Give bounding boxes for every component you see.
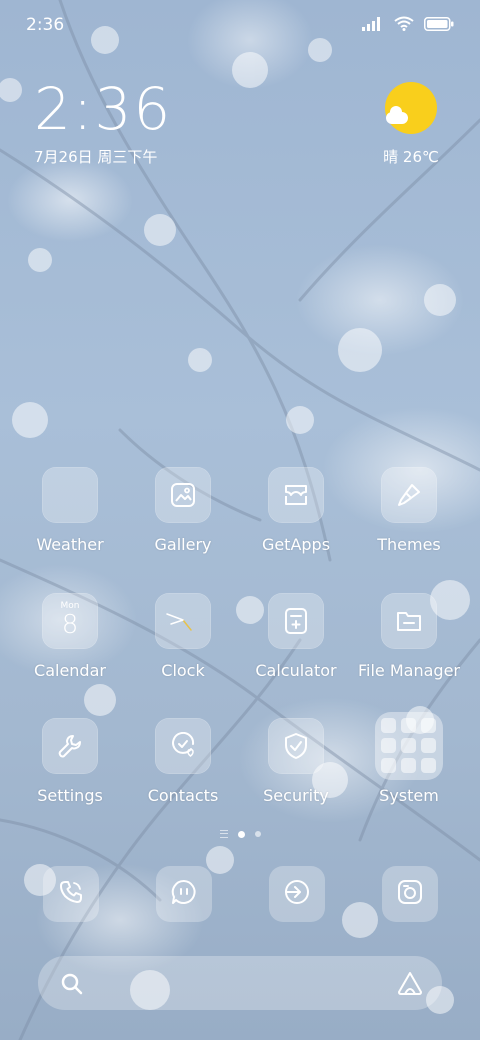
- sunny-weather-icon: [385, 82, 437, 134]
- messages-icon: [170, 878, 198, 910]
- dock-browser[interactable]: [269, 866, 325, 922]
- dock-phone[interactable]: [43, 866, 99, 922]
- battery-icon: [424, 16, 454, 35]
- app-label: File Manager: [358, 661, 460, 680]
- status-bar: 2:36: [0, 0, 480, 50]
- dock-messages[interactable]: [156, 866, 212, 922]
- app-calculator[interactable]: Calculator: [240, 593, 352, 680]
- weather-widget[interactable]: 晴 26℃: [376, 82, 446, 167]
- search-icon[interactable]: [60, 972, 84, 1000]
- contacts-icon: [155, 718, 211, 774]
- app-getapps[interactable]: GetApps: [240, 467, 352, 554]
- app-label: Calendar: [34, 661, 106, 680]
- app-label: Clock: [161, 661, 205, 680]
- app-clock[interactable]: Clock: [127, 593, 239, 680]
- status-time: 2:36: [26, 15, 65, 35]
- page-dot[interactable]: [254, 831, 261, 837]
- assistant-icon[interactable]: [396, 970, 424, 1000]
- weather-condition-temp: 晴 26℃: [383, 148, 439, 166]
- browser-icon: [283, 878, 311, 910]
- clock-widget[interactable]: 2:36 7月26日 周三下午: [34, 78, 172, 167]
- clock-time: 2:36: [34, 75, 173, 143]
- app-label: GetApps: [261, 535, 331, 554]
- app-label: Calculator: [255, 661, 337, 680]
- app-label: Gallery: [154, 535, 212, 554]
- calculator-icon: [268, 593, 324, 649]
- app-label: Contacts: [147, 786, 219, 805]
- calendar-day: 8: [61, 610, 79, 640]
- app-themes[interactable]: Themes: [353, 467, 465, 554]
- app-calendar[interactable]: Mon 8 Calendar: [14, 593, 126, 680]
- app-label: Weather: [36, 535, 104, 554]
- page-dot-active[interactable]: [237, 830, 245, 838]
- app-label: System: [379, 786, 439, 805]
- gallery-icon: [155, 467, 211, 523]
- app-file-manager[interactable]: File Manager: [353, 593, 465, 680]
- app-settings[interactable]: Settings: [14, 718, 126, 805]
- app-drawer-indicator-icon[interactable]: [219, 830, 228, 838]
- weather-icon: [42, 467, 98, 523]
- search-bar[interactable]: [38, 956, 442, 1010]
- app-label: Settings: [37, 786, 103, 805]
- themes-icon: [381, 467, 437, 523]
- settings-icon: [42, 718, 98, 774]
- folder-system[interactable]: System: [353, 712, 465, 805]
- clock-date: 7月26日 周三下午: [34, 148, 158, 166]
- calendar-icon: Mon 8: [42, 593, 98, 649]
- security-icon: [268, 718, 324, 774]
- system-folder-icon: [375, 712, 443, 780]
- file-manager-icon: [381, 593, 437, 649]
- app-weather[interactable]: Weather: [14, 467, 126, 554]
- app-label: Themes: [377, 535, 441, 554]
- app-gallery[interactable]: Gallery: [127, 467, 239, 554]
- getapps-icon: [268, 467, 324, 523]
- status-icons: [362, 16, 454, 34]
- wifi-icon: [394, 16, 414, 35]
- page-indicator[interactable]: [0, 830, 480, 838]
- clock-icon: [155, 593, 211, 649]
- app-contacts[interactable]: Contacts: [127, 718, 239, 805]
- app-security[interactable]: Security: [240, 718, 352, 805]
- app-label: Security: [263, 786, 329, 805]
- signal-icon: [362, 16, 384, 35]
- dock-camera[interactable]: [382, 866, 438, 922]
- phone-icon: [57, 878, 85, 910]
- camera-icon: [396, 878, 424, 910]
